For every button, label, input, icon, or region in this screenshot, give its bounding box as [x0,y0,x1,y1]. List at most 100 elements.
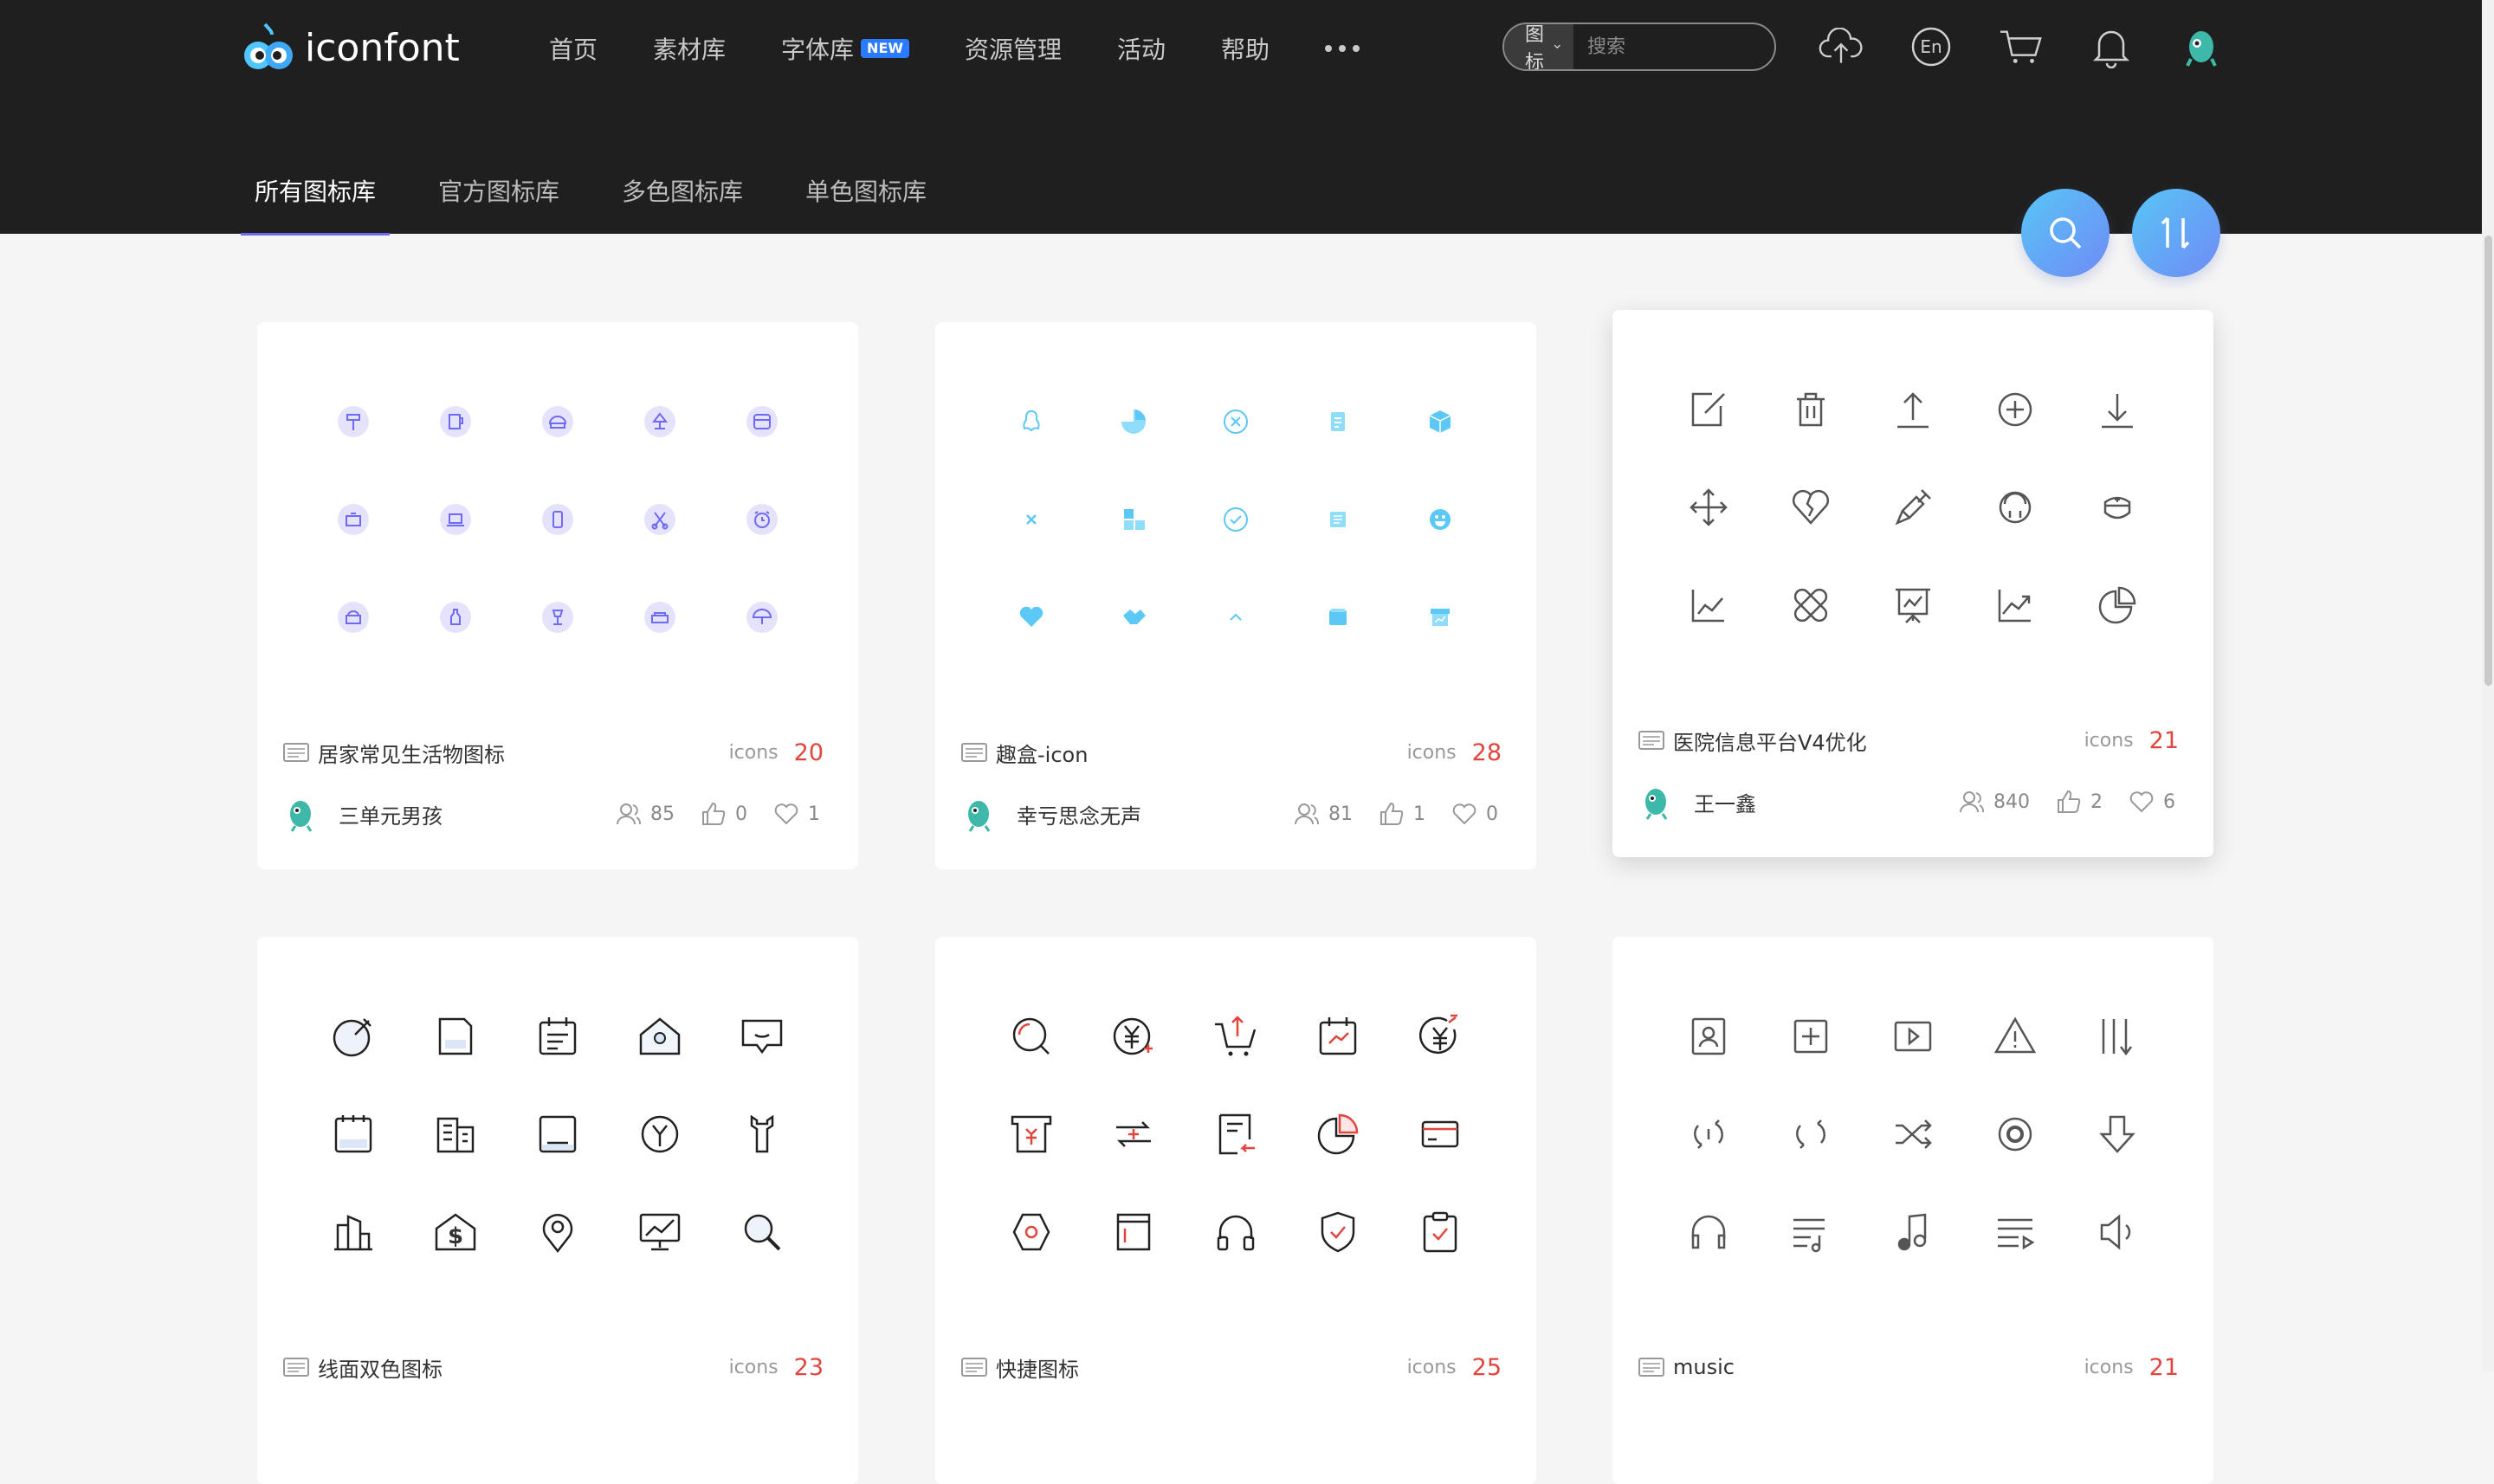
likes-count: 1 [1413,803,1425,825]
card-title-row: 居家常见生活物图标 icons 20 [283,738,824,767]
user-avatar[interactable] [2179,21,2224,73]
library-tabs: 所有图标库 官方图标库 多色图标库 单色图标库 [240,173,989,236]
nav-label: 资源管理 [965,35,1063,64]
receipt-yuan-icon [1011,1115,1052,1153]
tab-monochrome[interactable]: 单色图标库 [805,173,927,236]
views-stat: 840 [1959,790,2030,814]
author-avatar[interactable] [1638,783,1677,821]
scrollbar-track[interactable] [2482,0,2494,1371]
cart-button[interactable] [1999,21,2044,73]
library-name[interactable]: 线面双色图标 [318,1352,729,1383]
icon-preview-grid [302,372,813,667]
scrollbar-thumb[interactable] [2484,236,2492,686]
favorites-stat[interactable]: 1 [773,802,820,826]
library-card[interactable]: music icons 21 [1612,937,2213,1484]
library-name[interactable]: 居家常见生活物图标 [318,738,729,768]
author-avatar[interactable] [283,795,321,833]
card-title-row: 趣盒-icon icons 28 [961,738,1502,767]
likes-stat[interactable]: 0 [701,802,747,826]
more-icon[interactable] [1325,26,1360,71]
chevron-down-icon [1554,44,1561,49]
views-count: 85 [650,803,675,825]
nav-item-materials[interactable]: 素材库 [653,26,726,71]
nav-label: 首页 [549,35,598,64]
repeat-icon [1796,1119,1825,1149]
library-name[interactable]: music [1673,1355,2084,1379]
clipboard-check-icon [1423,1212,1457,1253]
author-name[interactable]: 幸亏思念无声 [1017,799,1268,829]
icons-label: icons [1406,741,1457,764]
book-icon [1116,1214,1151,1251]
icon-count: 21 [2148,1353,2179,1381]
nurse-icon [1999,491,2032,524]
qq-icon [1023,410,1040,432]
likes-stat[interactable]: 2 [2056,790,2103,814]
add-circle-icon [1998,392,2032,426]
tab-all[interactable]: 所有图标库 [240,173,391,236]
nav-label: 素材库 [653,35,727,64]
hexagon-icon [1012,1214,1050,1251]
upload-button[interactable] [1819,21,1864,73]
library-name[interactable]: 趣盒-icon [996,738,1407,768]
library-card[interactable]: 趣盒-icon icons 28 幸亏思念无声 81 1 0 [935,322,1536,869]
views-stat: 85 [616,802,675,826]
tab-official[interactable]: 官方图标库 [438,173,559,236]
likes-stat[interactable]: 1 [1379,802,1425,826]
library-name[interactable]: 医院信息平台V4优化 [1673,726,2084,756]
library-name[interactable]: 快捷图标 [996,1352,1407,1383]
minus-square-icon [539,1115,577,1153]
icons-label: icons [1406,1356,1457,1378]
tab-label: 单色图标库 [805,177,927,206]
logo[interactable]: iconfont [241,19,460,76]
pie-chart-icon [2098,587,2136,624]
fab-search-button[interactable] [2021,189,2110,277]
icon-count: 25 [1471,1353,1502,1381]
close-icon [1026,514,1037,525]
language-button[interactable]: En [1909,21,1954,73]
edit-icon [1691,392,1725,426]
wrench-icon [750,1114,774,1153]
calendar-icon [539,1016,577,1055]
music-note-icon [1897,1213,1927,1251]
tab-multicolor[interactable]: 多色图标库 [622,173,743,236]
library-card[interactable]: 快捷图标 icons 25 [935,937,1536,1484]
icon-preview-grid [980,987,1491,1281]
umbrella-icon [746,602,778,634]
pie-chart-icon [1317,1113,1359,1155]
favorites-stat[interactable]: 6 [2129,790,2175,814]
cart-upload-icon [1215,1015,1257,1056]
library-icon [283,743,309,762]
syringe-icon [1895,489,1931,526]
author-avatar[interactable] [961,795,999,833]
nav-item-help[interactable]: 帮助 [1221,26,1270,71]
bottle-icon [440,602,471,634]
top-bar: iconfont 首页 素材库 字体库 NEW 资源管理 活动 帮助 图标 En [0,0,2482,236]
nav-item-fonts[interactable]: 字体库 NEW [781,26,910,71]
icon-count: 23 [793,1353,824,1381]
author-name[interactable]: 王一鑫 [1694,787,1933,817]
fab-sort-button[interactable] [2132,189,2220,277]
transfer-add-icon [1116,1121,1151,1147]
library-card[interactable]: 居家常见生活物图标 icons 20 三单元男孩 85 0 1 [257,322,858,869]
volume-icon [2100,1214,2131,1250]
favorites-stat[interactable]: 0 [1451,802,1498,826]
nav-item-resources[interactable]: 资源管理 [965,26,1062,71]
location-y-icon [641,1115,679,1153]
card-meta-row: 幸亏思念无声 81 1 0 [961,794,1498,834]
library-icon [961,743,987,762]
icon-count: 20 [793,739,824,766]
search-input[interactable] [1573,24,1774,69]
bell-icon [2092,30,2130,68]
library-card[interactable]: $ 线面双色图标 icons 23 [257,937,858,1484]
nav-item-home[interactable]: 首页 [549,26,598,71]
nav-label: 字体库 [781,35,855,64]
users-icon [1960,791,1985,813]
author-name[interactable]: 三单元男孩 [339,799,590,829]
rice-cooker-icon [542,405,573,437]
alarm-clock-icon [746,503,778,535]
nav-item-activities[interactable]: 活动 [1117,26,1166,71]
search-type-select[interactable]: 图标 [1504,24,1574,69]
sofa-icon [644,602,675,634]
notification-button[interactable] [2089,21,2134,73]
library-card[interactable]: 医院信息平台V4优化 icons 21 王一鑫 840 2 6 [1612,310,2213,857]
